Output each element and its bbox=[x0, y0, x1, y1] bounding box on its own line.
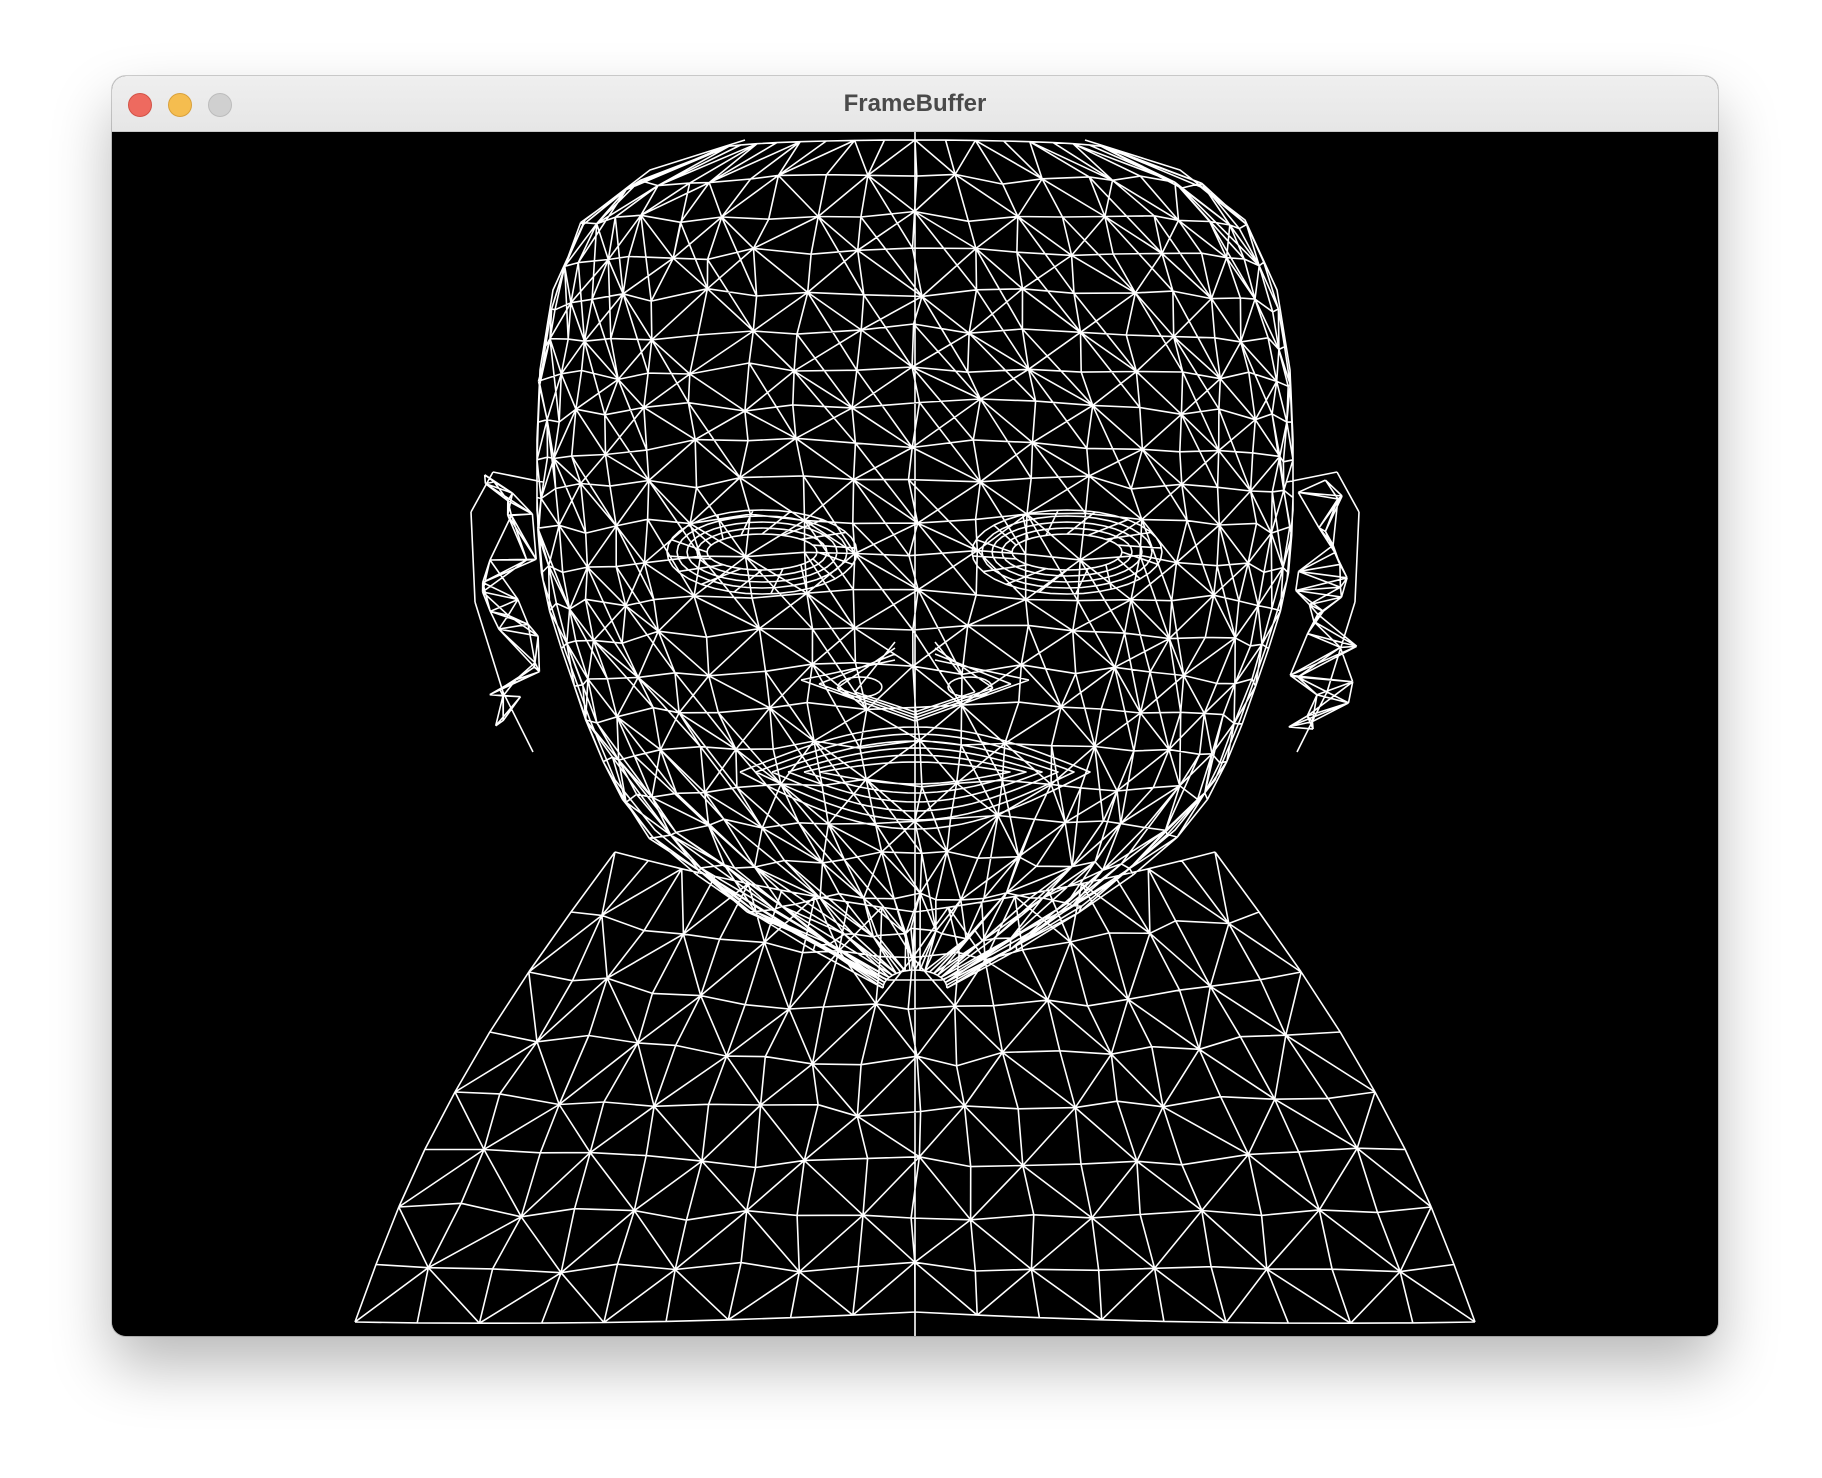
window-title: FrameBuffer bbox=[843, 90, 987, 117]
wireframe-edges bbox=[354, 132, 1476, 1336]
title-bar[interactable]: FrameBuffer bbox=[112, 76, 1718, 132]
wireframe-head-mesh bbox=[354, 132, 1476, 1336]
framebuffer-viewport[interactable] bbox=[112, 132, 1718, 1336]
app-window: FrameBuffer bbox=[112, 76, 1718, 1336]
